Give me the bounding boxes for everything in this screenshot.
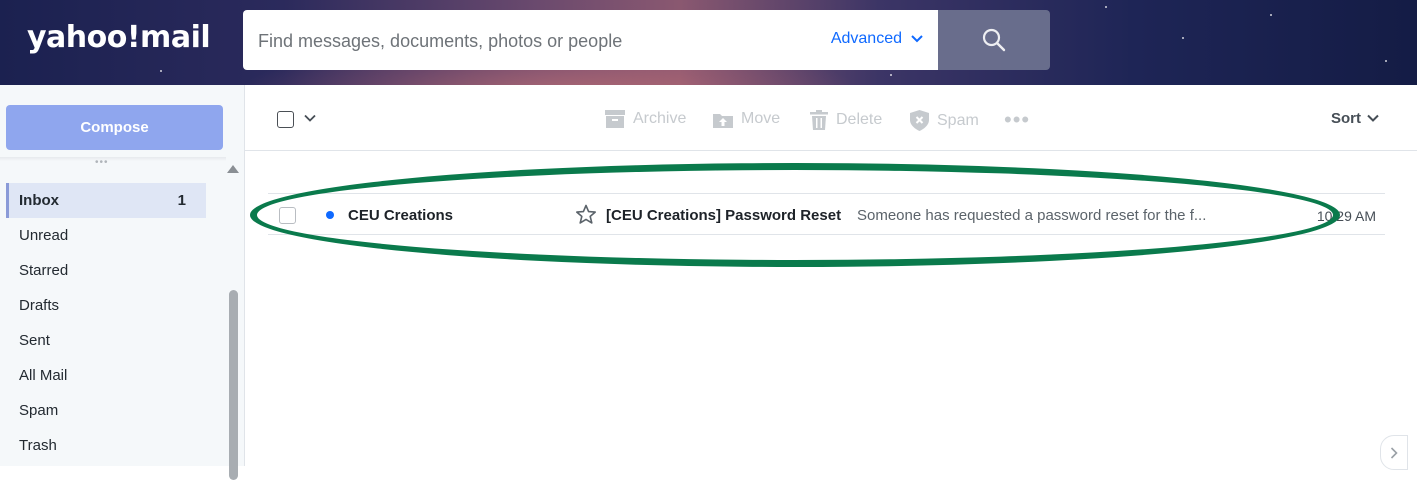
folder-label: Unread [19,227,69,244]
folder-label: Drafts [19,297,60,314]
advanced-search-button[interactable]: Advanced [831,30,924,48]
advanced-label: Advanced [830,30,902,47]
sidebar-item-inbox[interactable]: Inbox 1 [6,183,206,218]
move-button[interactable]: Move [713,110,780,128]
move-icon [713,114,733,128]
folder-label: Trash [19,437,57,454]
folder-label: Sent [19,332,50,349]
archive-button[interactable]: Archive [605,110,686,128]
yahoo-mail-logo[interactable]: yahoo!mail [27,20,211,55]
expand-panel-button[interactable] [1380,435,1408,470]
drag-handle-icon[interactable]: ••• [95,157,109,168]
search-icon [982,28,1006,52]
search-button[interactable] [938,10,1050,70]
message-toolbar: Archive Move Delete Spam ••• Sort [245,85,1417,151]
sidebar-item-drafts[interactable]: Drafts [6,288,206,323]
sidebar-item-unread[interactable]: Unread [6,218,206,253]
delete-label: Delete [836,111,883,128]
sidebar-item-sent[interactable]: Sent [6,323,206,358]
sidebar-item-trash[interactable]: Trash [6,428,206,463]
trash-icon [810,110,828,130]
search-bar: Advanced [243,10,938,70]
folder-label: Spam [19,402,59,419]
folder-label: Inbox [19,192,59,209]
chevron-down-icon [911,35,923,43]
sidebar: Compose ••• Inbox 1 Unread Starred Draft… [0,85,245,480]
more-actions-icon[interactable]: ••• [1004,107,1030,133]
sidebar-item-spam[interactable]: Spam [6,393,206,428]
unread-count-badge: 1 [177,192,186,209]
sidebar-scrollbar[interactable] [229,290,238,480]
scroll-up-arrow-icon[interactable] [227,165,239,173]
spam-label: Spam [937,111,979,129]
search-input[interactable] [258,28,818,54]
move-label: Move [741,110,781,127]
sort-button[interactable]: Sort [1331,110,1379,127]
sidebar-item-starred[interactable]: Starred [6,253,206,288]
shield-x-icon [910,110,929,131]
folder-label: All Mail [19,367,68,384]
folder-label: Starred [19,262,69,279]
archive-label: Archive [633,110,687,127]
app-header: yahoo!mail Advanced [0,0,1417,85]
select-all-checkbox[interactable] [277,111,294,128]
chevron-right-icon [1390,446,1398,459]
spam-button[interactable]: Spam [910,110,979,131]
highlight-ellipse-annotation [250,163,1340,267]
compose-button[interactable]: Compose [6,105,223,150]
sidebar-item-all-mail[interactable]: All Mail [6,358,206,393]
delete-button[interactable]: Delete [810,110,882,130]
sort-label: Sort [1331,110,1361,127]
chevron-down-icon[interactable] [304,114,316,123]
archive-icon [605,110,625,128]
folder-list: Inbox 1 Unread Starred Drafts Sent All M… [6,183,206,463]
chevron-down-icon [1367,114,1379,122]
